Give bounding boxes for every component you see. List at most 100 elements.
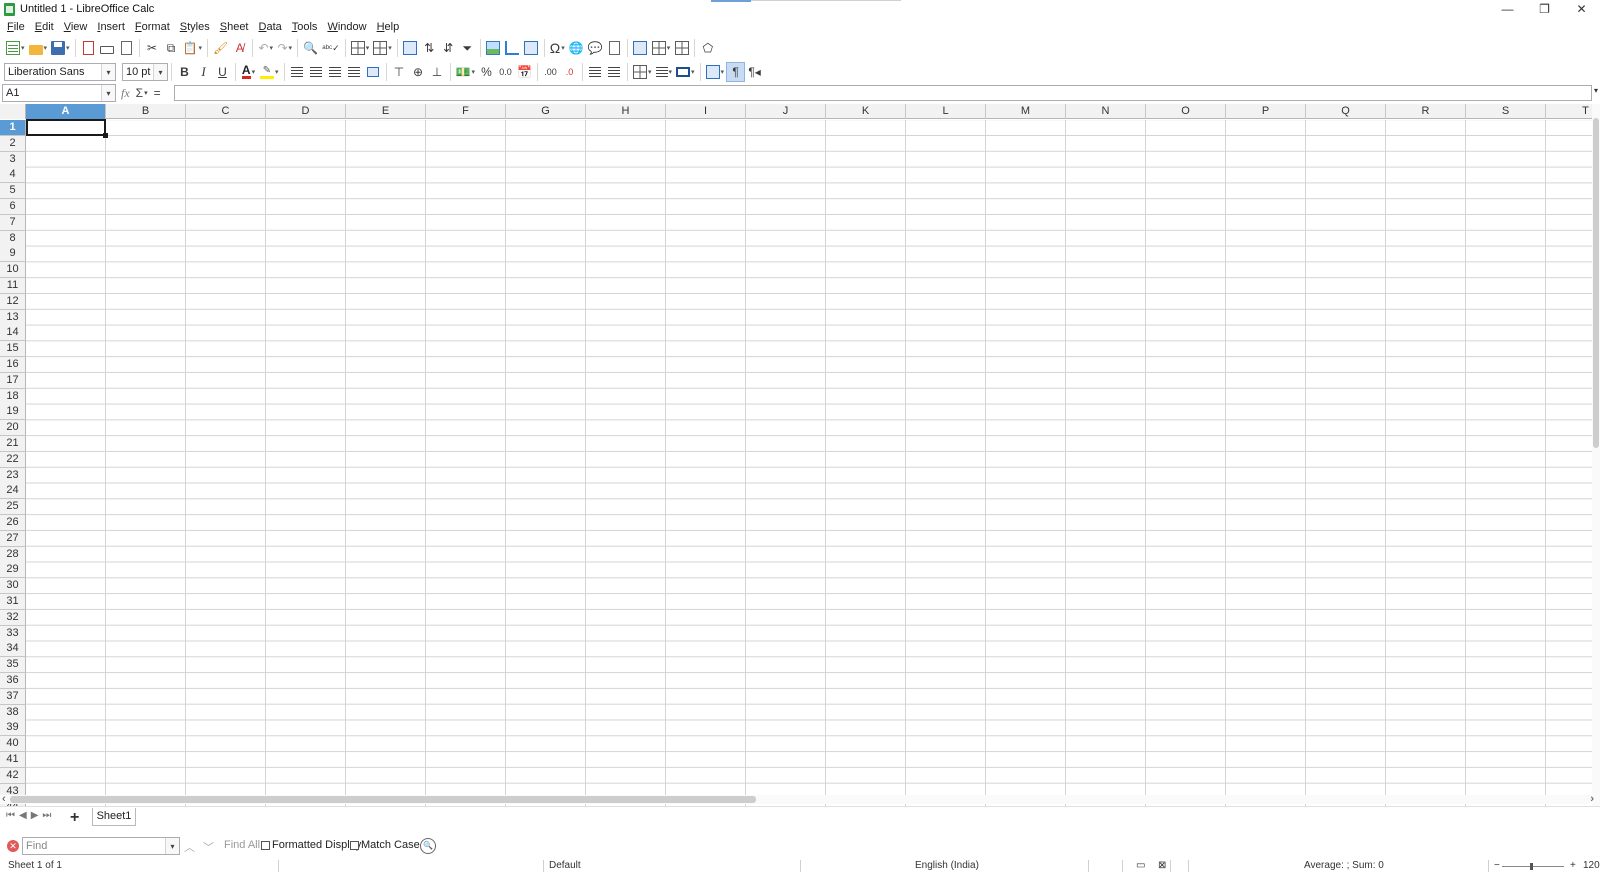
cut-button[interactable]: ✂ xyxy=(143,38,162,58)
menu-help[interactable]: Help xyxy=(372,18,405,37)
column-header[interactable]: E xyxy=(346,104,426,119)
border-color-button[interactable] xyxy=(674,62,697,82)
row-header[interactable]: 26 xyxy=(0,515,26,531)
row-header[interactable]: 17 xyxy=(0,372,26,389)
selection-mode-icon[interactable]: ▭ xyxy=(1130,860,1145,872)
row-header[interactable]: 41 xyxy=(0,752,26,768)
zoom-level[interactable]: 120% xyxy=(1577,860,1600,872)
find-replace-button[interactable]: 🔍 xyxy=(301,38,320,58)
cell-cursor-a1[interactable] xyxy=(26,119,108,138)
column-header[interactable]: H xyxy=(586,104,666,119)
row-header[interactable]: 18 xyxy=(0,388,26,405)
menu-sheet[interactable]: Sheet xyxy=(215,18,254,37)
spelling-button[interactable]: ᵃᵇᶜ✓ xyxy=(320,38,341,58)
export-pdf-button[interactable] xyxy=(79,38,98,58)
wrap-text-button[interactable] xyxy=(345,62,364,82)
row-button[interactable] xyxy=(349,38,372,58)
center-vertically-button[interactable]: ⊕ xyxy=(409,62,428,82)
column-header[interactable]: N xyxy=(1066,104,1146,119)
find-input[interactable]: Find ▾ xyxy=(22,837,180,855)
menu-view[interactable]: View xyxy=(59,18,93,37)
add-sheet-icon[interactable]: + xyxy=(70,809,79,827)
function-wizard-icon[interactable]: fx xyxy=(121,86,130,101)
menu-window[interactable]: Window xyxy=(322,18,371,37)
vertical-scroll-thumb[interactable] xyxy=(1593,118,1599,448)
row-header[interactable]: 33 xyxy=(0,625,26,642)
row-header[interactable]: 27 xyxy=(0,530,26,547)
pivot-table-button[interactable] xyxy=(522,38,541,58)
page-style[interactable]: Default xyxy=(543,860,581,872)
define-print-area-button[interactable] xyxy=(631,38,650,58)
column-header[interactable]: D xyxy=(266,104,346,119)
column-header[interactable]: F xyxy=(426,104,506,119)
row-header[interactable]: 39 xyxy=(0,720,26,737)
currency-format-button[interactable]: 💵 xyxy=(454,62,477,82)
split-window-button[interactable] xyxy=(672,38,691,58)
column-header[interactable]: P xyxy=(1226,104,1306,119)
percent-format-button[interactable]: % xyxy=(477,62,496,82)
cells-area[interactable] xyxy=(26,120,1596,806)
scroll-left-icon[interactable]: ‹ xyxy=(2,793,6,805)
underline-button[interactable]: U xyxy=(213,62,232,82)
row-header[interactable]: 25 xyxy=(0,499,26,516)
menu-edit[interactable]: Edit xyxy=(30,18,59,37)
align-bottom-button[interactable]: ⊥ xyxy=(428,62,447,82)
column-button[interactable] xyxy=(371,38,394,58)
sum-icon[interactable]: Σ xyxy=(136,86,143,100)
right-to-left-button[interactable]: ¶◂ xyxy=(745,62,764,82)
headers-footers-button[interactable] xyxy=(605,38,624,58)
find-replace-dialog-icon[interactable]: 🔍 xyxy=(420,838,436,854)
undo-button[interactable]: ↶ xyxy=(256,38,275,58)
restore-button[interactable]: ❐ xyxy=(1526,0,1563,18)
special-character-button[interactable]: Ω xyxy=(548,38,567,58)
menu-format[interactable]: Format xyxy=(130,18,175,37)
minimize-button[interactable]: — xyxy=(1489,0,1526,18)
row-header[interactable]: 16 xyxy=(0,357,26,373)
row-header[interactable]: 30 xyxy=(0,578,26,595)
bold-button[interactable]: B xyxy=(175,62,194,82)
delete-decimal-button[interactable]: .0 xyxy=(560,62,579,82)
print-preview-button[interactable] xyxy=(117,38,136,58)
border-style-button[interactable] xyxy=(654,62,675,82)
language[interactable]: English (India) xyxy=(909,860,979,872)
zoom-slider[interactable] xyxy=(1502,866,1564,867)
chevron-down-icon[interactable]: ▾ xyxy=(153,64,167,80)
insert-chart-button[interactable] xyxy=(503,38,522,58)
row-header[interactable]: 20 xyxy=(0,420,26,437)
show-draw-functions-button[interactable]: ⬠ xyxy=(698,38,717,58)
autofilter-button[interactable]: ⏷ xyxy=(458,38,477,58)
menu-styles[interactable]: Styles xyxy=(175,18,215,37)
conditional-format-button[interactable] xyxy=(704,62,727,82)
open-button[interactable] xyxy=(27,38,50,58)
insert-image-button[interactable] xyxy=(484,38,503,58)
chevron-down-icon[interactable]: ▾ xyxy=(165,838,179,854)
chevron-down-icon[interactable]: ▾ xyxy=(101,64,115,80)
close-button[interactable]: ✕ xyxy=(1563,0,1600,18)
font-name-combo[interactable]: Liberation Sans ▾ xyxy=(4,63,116,81)
vertical-scrollbar[interactable] xyxy=(1592,104,1600,806)
freeze-rows-columns-button[interactable] xyxy=(650,38,673,58)
new-button[interactable] xyxy=(4,38,27,58)
align-right-button[interactable] xyxy=(326,62,345,82)
row-header[interactable]: 22 xyxy=(0,451,26,468)
row-header[interactable]: 32 xyxy=(0,609,26,626)
row-header[interactable]: 36 xyxy=(0,673,26,689)
menu-tools[interactable]: Tools xyxy=(287,18,323,37)
column-header[interactable]: K xyxy=(826,104,906,119)
row-header[interactable]: 42 xyxy=(0,767,26,784)
row-header[interactable]: 35 xyxy=(0,657,26,674)
align-top-button[interactable]: ⊤ xyxy=(390,62,409,82)
row-header[interactable]: 3 xyxy=(0,151,26,168)
sort-button[interactable] xyxy=(401,38,420,58)
row-header[interactable]: 8 xyxy=(0,230,26,247)
scroll-right-icon[interactable]: › xyxy=(1590,793,1594,805)
row-header[interactable]: 31 xyxy=(0,594,26,610)
row-header[interactable]: 9 xyxy=(0,246,26,263)
column-header[interactable]: A xyxy=(26,104,106,119)
menu-data[interactable]: Data xyxy=(254,18,287,37)
hyperlink-button[interactable]: 🌐 xyxy=(567,38,586,58)
clear-formatting-button[interactable]: A̸ xyxy=(230,38,249,58)
row-header[interactable]: 4 xyxy=(0,167,26,184)
name-box[interactable]: A1 ▾ xyxy=(2,84,116,102)
horizontal-scroll-thumb[interactable] xyxy=(10,796,756,803)
